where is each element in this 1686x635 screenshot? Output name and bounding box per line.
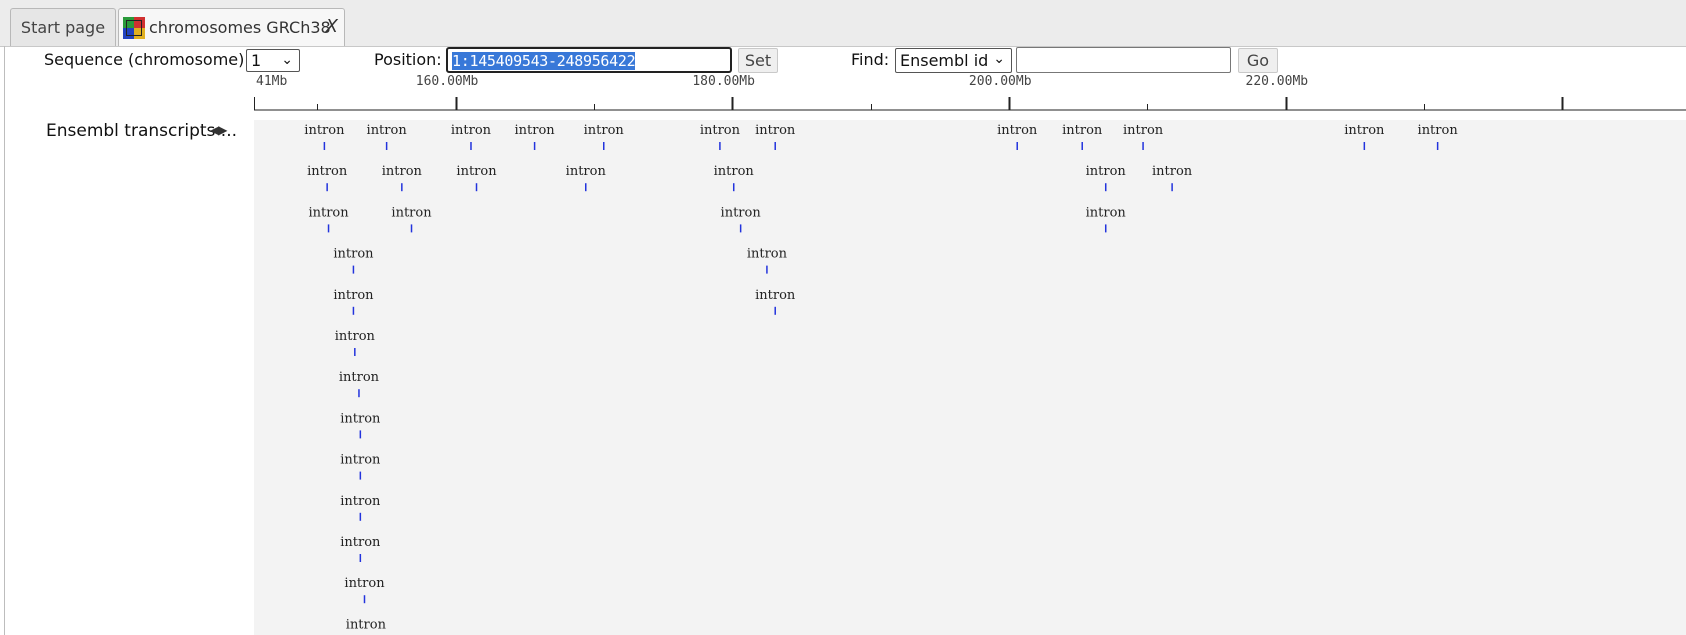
intron-label: intron [1344, 123, 1385, 138]
intron-label: intron [307, 164, 348, 179]
intron-label: intron [1123, 123, 1164, 138]
intron-label: intron [308, 205, 349, 220]
intron-label: intron [1152, 164, 1193, 179]
intron-label: intron [1086, 205, 1127, 220]
intron-label: intron [335, 329, 376, 344]
intron-label: intron [721, 205, 762, 220]
intron-label: intron [333, 247, 374, 262]
genome-viewer: 41Mb 160.00Mb 180.00Mb 200.00Mb 220.00Mb intr… [254, 74, 1686, 632]
intron-label: intron [456, 164, 497, 179]
intron-label: intron [391, 205, 432, 220]
ruler-tick-label: 220.00Mb [1246, 74, 1309, 89]
ruler-tick-label: 180.00Mb [692, 74, 755, 89]
ruler-tick-label: 160.00Mb [416, 74, 479, 89]
intron-label: intron [997, 123, 1038, 138]
intron-label: intron [382, 164, 423, 179]
intron-label: intron [304, 123, 345, 138]
intron-label: intron [1418, 123, 1459, 138]
intron-label: intron [747, 247, 788, 262]
ruler-tick-label: 200.00Mb [969, 74, 1032, 89]
intron-label: intron [584, 123, 625, 138]
intron-label: intron [340, 411, 381, 426]
intron-label: intron [346, 617, 387, 632]
intron-label: intron [755, 288, 796, 303]
intron-label: intron [340, 535, 381, 550]
intron-label: intron [1062, 123, 1103, 138]
intron-label: intron [714, 164, 755, 179]
intron-label: intron [1086, 164, 1127, 179]
intron-label: intron [700, 123, 741, 138]
intron-label: intron [339, 370, 380, 385]
ruler-tick-label: 41Mb [256, 74, 287, 89]
intron-label: intron [333, 288, 374, 303]
intron-label: intron [340, 453, 381, 468]
intron-label: intron [451, 123, 492, 138]
intron-label: intron [515, 123, 556, 138]
intron-label: intron [340, 494, 381, 509]
intron-label: intron [344, 576, 385, 591]
intron-label: intron [755, 123, 796, 138]
intron-label: intron [566, 164, 607, 179]
intron-label: intron [367, 123, 408, 138]
